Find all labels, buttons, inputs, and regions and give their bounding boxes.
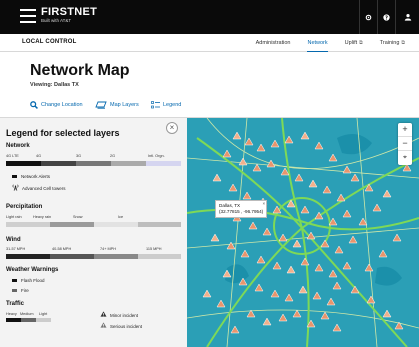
nav-link-uplift[interactable]: Uplift ⧉ (345, 34, 363, 52)
page-title: Network Map (30, 62, 130, 79)
precipitation-section-label: Percipitation (6, 204, 43, 210)
change-location-button[interactable]: Change Location (30, 101, 83, 109)
scale-segment (94, 222, 138, 227)
scale-segment (41, 161, 76, 166)
flash-flood-swatch (12, 279, 17, 282)
fire-swatch (12, 289, 17, 292)
legend-item-minor-incident: Minor incident (100, 311, 138, 319)
section-title: LOCAL CONTROL (22, 39, 77, 45)
scale-segment (138, 254, 181, 259)
nav-link-network[interactable]: Network (307, 34, 328, 52)
map-layers-icon (95, 101, 107, 109)
traffic-section-label: Traffic (6, 301, 25, 307)
external-link-icon: ⧉ (359, 40, 363, 46)
brand-name: FIRSTNET (41, 6, 98, 18)
map-layers-button[interactable]: Map Layers (95, 101, 139, 109)
scale-segment (6, 318, 21, 322)
network-coverage-scale (6, 161, 181, 166)
minor-incident-icon (100, 311, 107, 319)
zoom-in-button[interactable]: + (398, 123, 412, 137)
nav-link-administration[interactable]: Administration (256, 34, 291, 52)
scale-segment (50, 254, 94, 259)
network-alert-swatch (12, 175, 17, 178)
scale-segment (6, 161, 41, 166)
network-map[interactable] (187, 118, 419, 347)
weather-warnings-section-label: Weather Warnings (6, 267, 59, 273)
brand-tagline: Built with AT&T (41, 18, 72, 23)
legend-title: Legend for selected layers (6, 128, 120, 138)
scale-segment (138, 222, 181, 227)
legend-item-network-alerts: Network Alerts (12, 174, 50, 179)
search-icon (30, 101, 38, 109)
legend-button[interactable]: Legend (151, 101, 181, 109)
settings-icon[interactable] (359, 0, 377, 34)
wind-section-label: Wind (6, 237, 21, 243)
account-icon[interactable] (395, 0, 419, 34)
legend-item-cell-towers: Advanced Cell towers (12, 184, 66, 193)
legend-item-serious-incident: Serious incident (100, 322, 142, 330)
zoom-out-button[interactable]: − (398, 137, 412, 151)
legend-item-fire: Fire (12, 288, 29, 293)
precipitation-scale (6, 222, 181, 227)
nav-link-training[interactable]: Training ⧉ (380, 34, 405, 52)
scale-segment (36, 318, 51, 322)
scale-segment (50, 222, 94, 227)
serious-incident-icon (100, 322, 107, 330)
map-canvas[interactable] (187, 118, 419, 347)
network-section-label: Network (6, 143, 30, 149)
scale-segment (21, 318, 36, 322)
top-bar: FIRSTNET Built with AT&T ? (0, 0, 419, 34)
location-popup: × Dallas, TX (32.77815 , -96.7954) (215, 200, 268, 218)
legend-panel: Legend for selected layers × Network 4G … (0, 118, 187, 347)
close-popup-icon[interactable]: × (263, 201, 266, 207)
close-legend-button[interactable]: × (166, 122, 178, 134)
logo-mark-icon (20, 8, 36, 23)
cell-tower-icon (12, 184, 19, 193)
map-toolbar: Change Location Map Layers Legend (0, 95, 419, 118)
viewing-location: Viewing: Dallas TX (30, 82, 79, 88)
popup-coordinates: (32.77815 , -96.7954) (219, 209, 264, 214)
traffic-scale (6, 318, 51, 322)
svg-text:?: ? (385, 15, 388, 21)
scale-segment (146, 161, 181, 166)
scale-segment (94, 254, 138, 259)
legend-item-flash-flood: Flash Flood (12, 278, 45, 283)
firstnet-logo[interactable]: FIRSTNET Built with AT&T (20, 7, 97, 24)
secondary-nav: LOCAL CONTROL Administration Network Upl… (0, 34, 419, 52)
external-link-icon: ⧉ (401, 40, 405, 46)
scale-segment (6, 254, 50, 259)
map-zoom-controls: + − ⌖ (398, 123, 412, 165)
scale-segment (111, 161, 146, 166)
scale-segment (6, 222, 50, 227)
legend-icon (151, 101, 160, 109)
wind-scale (6, 254, 181, 259)
locate-icon[interactable]: ⌖ (398, 151, 412, 165)
help-icon[interactable]: ? (377, 0, 395, 34)
scale-segment (76, 161, 111, 166)
